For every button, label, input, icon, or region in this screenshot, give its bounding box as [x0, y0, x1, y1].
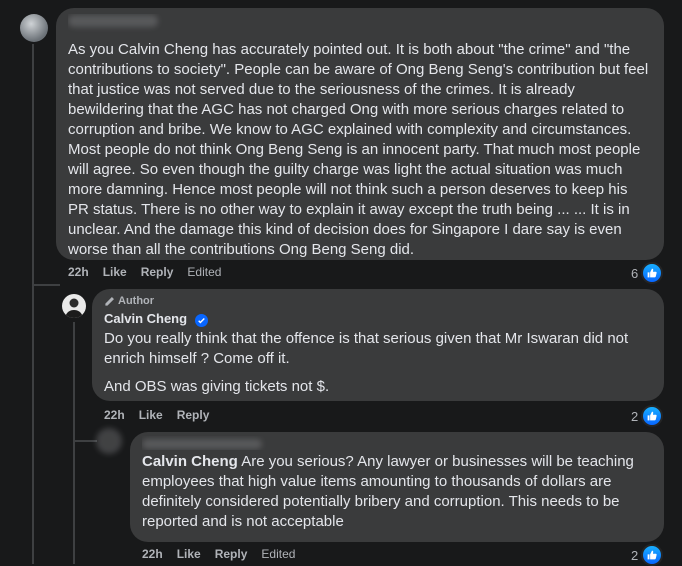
timestamp[interactable]: 22h: [68, 265, 89, 279]
author-badge: Author: [104, 295, 652, 307]
comment-text: As you Calvin Cheng has accurately point…: [68, 41, 649, 258]
comment-actions: 22h Like Reply: [104, 408, 209, 422]
edited-label[interactable]: Edited: [261, 547, 295, 561]
comment-actions: 22h Like Reply Edited: [68, 265, 221, 279]
thread-connector-nested: [73, 440, 97, 442]
reaction-number: 2: [631, 408, 639, 424]
person-icon: [65, 298, 83, 318]
like-button[interactable]: Like: [139, 408, 163, 422]
comment-text: And OBS was giving tickets not $.: [104, 378, 330, 395]
avatar[interactable]: [62, 294, 86, 318]
verified-badge-icon: [194, 314, 208, 327]
comment-bubble: Calvin Cheng Are you serious? Any lawyer…: [130, 432, 664, 542]
author-name[interactable]: [68, 14, 652, 32]
comment-bubble: Author Calvin Cheng Do you really think …: [92, 289, 664, 401]
pencil-icon: [105, 296, 114, 306]
like-button[interactable]: Like: [103, 265, 127, 279]
reaction-count[interactable]: 6: [631, 262, 664, 284]
avatar[interactable]: [20, 14, 48, 42]
comment-text: Calvin Cheng Are you serious? Any lawyer…: [142, 452, 652, 532]
thumbs-up-icon: [641, 262, 664, 284]
side-edge: [0, 0, 8, 564]
reply-button[interactable]: Reply: [215, 547, 248, 561]
thread-connector: [32, 284, 60, 286]
thread-line: [32, 44, 34, 564]
reaction-count[interactable]: 2: [631, 405, 664, 427]
author-name[interactable]: Calvin Cheng: [104, 311, 187, 326]
comment-bubble: As you Calvin Cheng has accurately point…: [56, 8, 664, 260]
comment-actions: 22h Like Reply Edited: [142, 547, 295, 561]
thumbs-up-icon: [641, 405, 664, 427]
thumbs-up-icon: [641, 544, 664, 566]
avatar[interactable]: [96, 428, 122, 454]
reaction-number: 2: [631, 547, 639, 563]
edited-label[interactable]: Edited: [187, 265, 221, 279]
reply-button[interactable]: Reply: [177, 408, 210, 422]
reaction-count[interactable]: 2: [631, 544, 664, 566]
reaction-number: 6: [631, 265, 639, 281]
comment-text: Do you really think that the offence is …: [104, 330, 629, 367]
thread-line-nested: [73, 322, 75, 564]
timestamp[interactable]: 22h: [142, 547, 163, 561]
like-button[interactable]: Like: [177, 547, 201, 561]
author-name[interactable]: [142, 436, 652, 450]
mention-link[interactable]: Calvin Cheng: [142, 453, 238, 470]
author-badge-label: Author: [118, 295, 155, 307]
reply-button[interactable]: Reply: [141, 265, 174, 279]
timestamp[interactable]: 22h: [104, 408, 125, 422]
